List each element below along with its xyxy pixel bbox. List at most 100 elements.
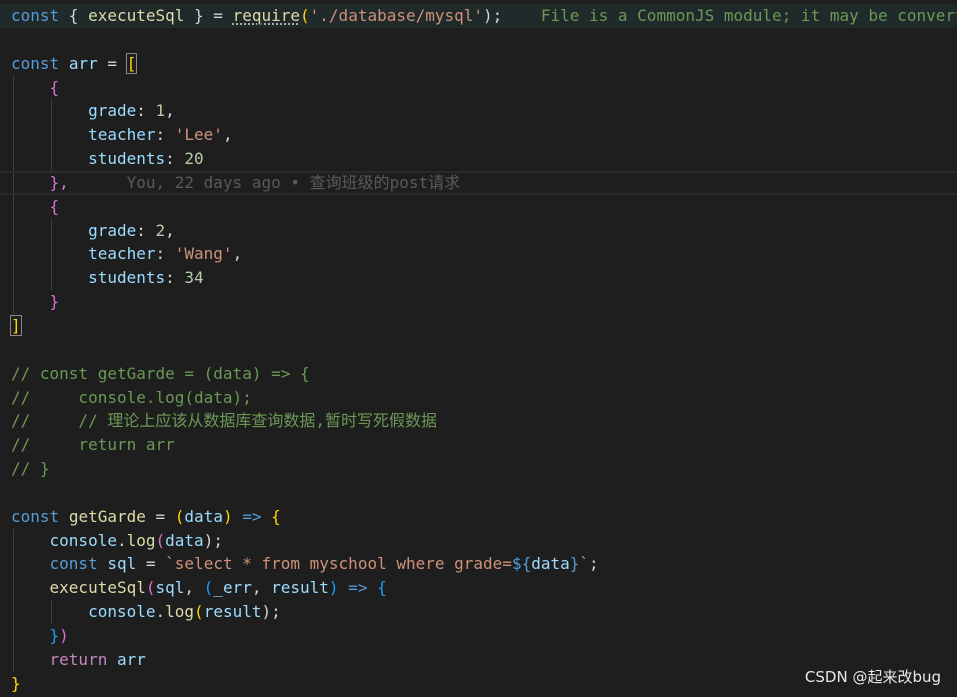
token-comma: , — [184, 578, 204, 598]
token-equals: = — [145, 506, 175, 526]
indent-guide — [13, 647, 14, 672]
token-const: const — [11, 53, 60, 73]
token-arr: arr — [116, 649, 146, 669]
token-template-string: `select * from myschool where grade= — [165, 554, 512, 574]
code-line-6[interactable]: teacher: 'Lee', — [0, 123, 957, 148]
token-brace-close: } — [49, 625, 60, 645]
token-result: result — [271, 578, 329, 598]
comment-line[interactable]: // // 理论上应该从数据库查询数据,暂时写死假数据 — [0, 409, 957, 433]
code-line-23[interactable]: console.log(data); — [0, 528, 957, 553]
code-line-9[interactable]: { — [0, 194, 957, 219]
token-module-path: './database/mysql' — [309, 6, 484, 25]
watermark: CSDN @起来改bug — [804, 668, 941, 686]
comment-line[interactable]: // console.log(data); — [0, 386, 957, 410]
token-paren-open: ( — [194, 602, 204, 622]
token-bracket-open: [ — [125, 52, 138, 74]
code-line-10[interactable]: grade: 2, — [0, 218, 957, 243]
code-line-7[interactable]: students: 20 — [0, 147, 957, 171]
token-students-value: 20 — [184, 149, 204, 169]
code-line-4[interactable]: { — [0, 75, 957, 100]
inline-hint[interactable]: File is a CommonJS module; it may be con… — [541, 6, 957, 25]
token-param-data: data — [184, 506, 223, 526]
token-paren-close: ) — [59, 625, 69, 645]
indent-guide — [51, 600, 52, 624]
indent-guide — [51, 147, 52, 171]
token-brace-close: } — [11, 673, 21, 693]
token-template-end: ` — [579, 554, 590, 574]
token-paren-open: ( — [145, 578, 156, 598]
indent-guide — [51, 99, 52, 124]
indent-guide — [51, 218, 52, 243]
indent-guide — [13, 172, 14, 193]
code-line-22[interactable]: const getGarde = (data) => { — [0, 505, 957, 529]
token-semicolon: ; — [589, 554, 599, 574]
code-line-26[interactable]: console.log(result); — [0, 600, 957, 624]
token-paren-close: ) — [222, 506, 233, 526]
token-paren-close: ) — [328, 578, 339, 598]
code-line-5[interactable]: grade: 1, — [0, 99, 957, 124]
code-line-11[interactable]: teacher: 'Wang', — [0, 242, 957, 267]
token-key-grade: grade — [88, 101, 137, 121]
token-bracket-close: ] — [10, 314, 22, 336]
indent-guide — [13, 290, 14, 314]
comment-line[interactable]: // } — [0, 457, 957, 481]
token-sql: sql — [107, 554, 137, 574]
code-line-12[interactable]: students: 34 — [0, 266, 957, 291]
token-paren-close: ); — [203, 530, 223, 550]
token-paren-close: ); — [483, 6, 503, 25]
code-line-8-current[interactable]: }, You, 22 days ago • 查询班级的post请求 — [0, 170, 957, 195]
token-teacher-value: 'Wang' — [174, 244, 233, 264]
comment-line[interactable]: // return arr — [0, 433, 957, 457]
indent-guide — [51, 266, 52, 291]
token-const: const — [49, 554, 98, 574]
token-const: const — [11, 6, 60, 25]
code-line-1[interactable]: const { executeSql } = require('./databa… — [0, 4, 957, 28]
token-getgarde: getGarde — [68, 506, 146, 526]
token-interp-var: data — [531, 554, 570, 574]
comment-line[interactable]: // const getGarde = (data) => { — [0, 362, 957, 386]
indent-guide — [13, 75, 14, 100]
indent-guide — [13, 123, 14, 148]
token-require[interactable]: require — [233, 6, 300, 25]
token-paren-open: ( — [203, 578, 214, 598]
token-brace-close: } — [49, 292, 60, 312]
indent-guide — [13, 623, 14, 648]
code-line-27[interactable]: }) — [0, 623, 957, 648]
token-arrow: => — [232, 506, 262, 526]
token-interp-open: ${ — [511, 554, 532, 574]
code-editor[interactable]: const { executeSql } = require ( './databa… — [0, 0, 957, 697]
token-sql: sql — [155, 578, 185, 598]
token-key-students: students — [88, 149, 166, 169]
token-key-teacher: teacher — [88, 125, 156, 145]
token-key-grade: grade — [88, 220, 137, 240]
code-line-3[interactable]: const arr = [ — [0, 52, 957, 76]
token-data: data — [165, 530, 204, 550]
token-log: log — [126, 530, 156, 550]
code-line-2[interactable] — [0, 28, 957, 52]
token-console: console — [88, 602, 156, 622]
token-interp-close: } — [569, 554, 580, 574]
code-line-14[interactable]: ] — [0, 314, 957, 338]
indent-guide — [13, 552, 14, 577]
token-grade-value: 1 — [155, 101, 166, 121]
token-key-teacher: teacher — [88, 244, 156, 264]
code-line-13[interactable]: } — [0, 290, 957, 314]
code-line-24[interactable]: const sql = `select * from myschool wher… — [0, 552, 957, 577]
git-blame-annotation[interactable]: You, 22 days ago • 查询班级的post请求 — [127, 173, 461, 192]
token-paren-close: ); — [261, 602, 281, 622]
code-line-15[interactable] — [0, 338, 957, 362]
token-key-students: students — [88, 268, 166, 288]
indent-guide — [51, 242, 52, 267]
code-line-21[interactable] — [0, 481, 957, 505]
token-paren-open: ( — [174, 506, 185, 526]
token-brace-open: { — [367, 578, 387, 598]
token-result: result — [203, 602, 262, 622]
token-err: _err — [213, 578, 252, 598]
token-arrow: => — [338, 578, 368, 598]
indent-guide — [13, 218, 14, 243]
token-brace-close: }, — [49, 172, 69, 192]
indent-guide — [13, 528, 14, 553]
code-line-25[interactable]: executeSql(sql, (_err, result) => { — [0, 576, 957, 601]
token-comma: , — [251, 578, 272, 598]
token-executesql: executeSql — [49, 578, 146, 598]
